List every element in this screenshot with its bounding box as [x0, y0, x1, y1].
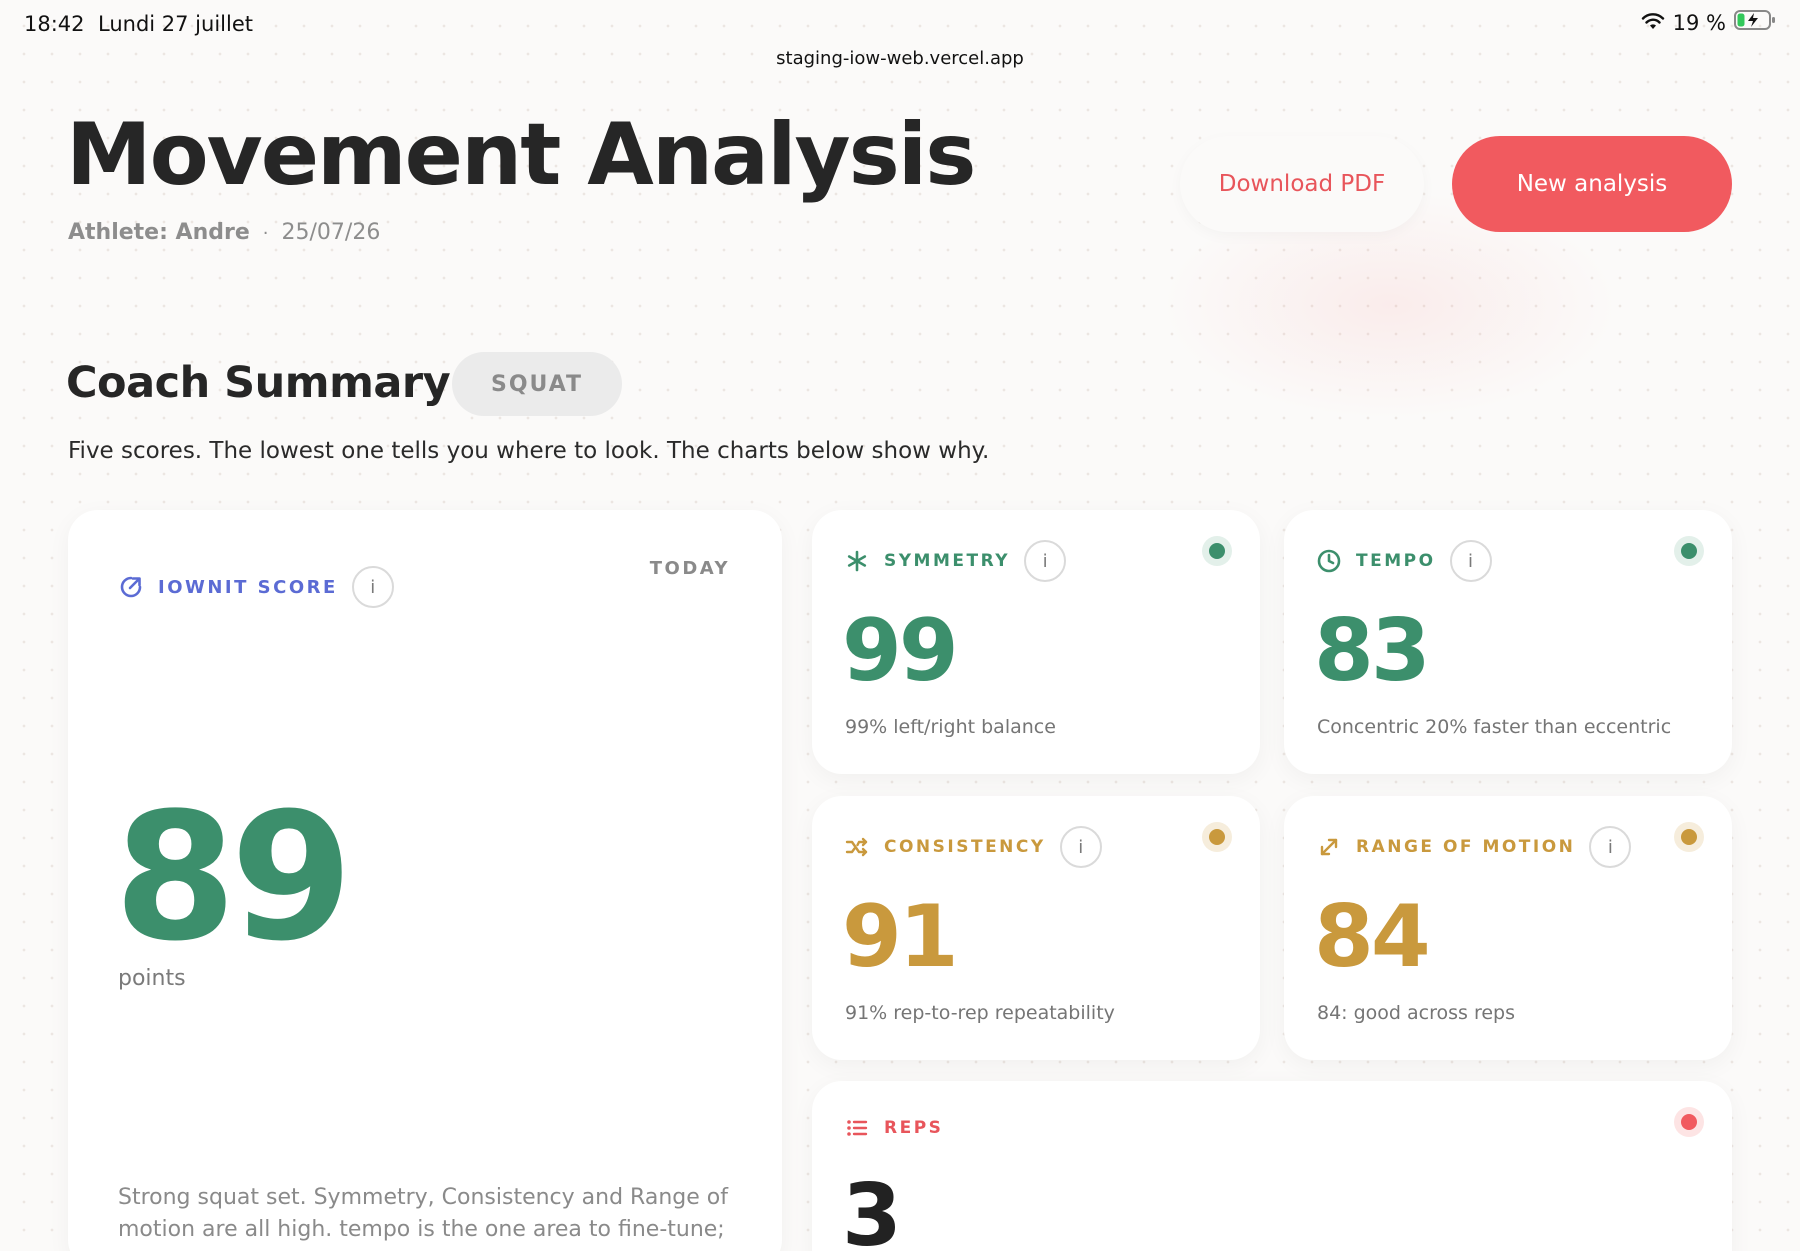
symmetry-label: SYMMETRY — [884, 551, 1011, 571]
reps-status-dot — [1674, 1107, 1704, 1137]
range-of-motion-info-button[interactable]: i — [1589, 826, 1632, 868]
section-description: Five scores. The lowest one tells you wh… — [68, 438, 990, 464]
shuffle-icon — [844, 834, 870, 860]
status-date: Lundi 27 juillet — [98, 12, 253, 36]
download-pdf-button[interactable]: Download PDF — [1180, 136, 1424, 232]
asterisk-icon — [844, 548, 870, 574]
tempo-info-button[interactable]: i — [1449, 540, 1492, 582]
range-of-motion-label: RANGE OF MOTION — [1356, 837, 1576, 857]
score-period-label: TODAY — [649, 558, 730, 579]
tempo-header: TEMPO i — [1316, 540, 1492, 582]
subtitle-separator: · — [262, 223, 269, 244]
reps-header: REPS — [844, 1115, 943, 1141]
tempo-status-dot — [1674, 536, 1704, 566]
iownit-score-summary: Strong squat set. Symmetry, Consistency … — [118, 1185, 728, 1251]
reps-label: REPS — [884, 1118, 944, 1138]
iownit-score-info-button[interactable]: i — [351, 566, 394, 608]
tempo-card: TEMPO i 83 Concentric 20% faster than ec… — [1284, 510, 1732, 774]
battery-charging-icon — [1734, 10, 1776, 35]
clock-icon — [1316, 548, 1342, 574]
list-icon — [844, 1115, 870, 1141]
consistency-label: CONSISTENCY — [884, 837, 1046, 857]
tempo-label: TEMPO — [1356, 551, 1436, 571]
range-of-motion-status-dot — [1674, 822, 1704, 852]
range-of-motion-description: 84: good across reps — [1317, 1002, 1516, 1024]
reps-card: REPS 3 — [812, 1081, 1732, 1251]
iownit-score-label: IOWNIT SCORE — [158, 576, 338, 598]
page-subtitle: Athlete: Andre · 25/07/26 — [68, 220, 380, 245]
symmetry-info-button[interactable]: i — [1024, 540, 1067, 582]
consistency-status-dot — [1202, 822, 1232, 852]
iownit-score-card: IOWNIT SCORE i TODAY 89 points Strong sq… — [68, 510, 782, 1251]
iownit-score-value: 89 — [114, 775, 353, 980]
expand-arrows-icon — [1316, 834, 1342, 860]
symmetry-description: 99% left/right balance — [845, 716, 1056, 738]
tempo-description: Concentric 20% faster than eccentric — [1317, 716, 1672, 738]
status-indicators: 19 % — [1641, 10, 1776, 35]
symmetry-value: 99 — [842, 601, 959, 701]
new-analysis-button[interactable]: New analysis — [1452, 136, 1732, 232]
symmetry-card: SYMMETRY i 99 99% left/right balance — [812, 510, 1260, 774]
page-title: Movement Analysis — [66, 105, 976, 205]
iownit-score-unit: points — [118, 966, 186, 991]
status-bar: 18:42 Lundi 27 juillet 19 % — [0, 0, 1800, 48]
iownit-score-header: IOWNIT SCORE i — [118, 566, 394, 608]
wifi-icon — [1641, 11, 1665, 35]
battery-percent: 19 % — [1672, 10, 1726, 35]
consistency-value: 91 — [842, 887, 959, 987]
reps-value: 3 — [842, 1166, 902, 1251]
status-time: 18:42 — [24, 12, 85, 36]
consistency-card: CONSISTENCY i 91 91% rep-to-rep repeatab… — [812, 796, 1260, 1060]
consistency-header: CONSISTENCY i — [844, 826, 1102, 868]
range-of-motion-value: 84 — [1314, 887, 1431, 987]
url-bar[interactable]: staging-iow-web.vercel.app — [0, 48, 1800, 69]
consistency-description: 91% rep-to-rep repeatability — [845, 1002, 1115, 1024]
range-of-motion-header: RANGE OF MOTION i — [1316, 826, 1632, 868]
range-of-motion-card: RANGE OF MOTION i 84 84: good across rep… — [1284, 796, 1732, 1060]
score-gauge-icon — [118, 574, 144, 600]
analysis-date: 25/07/26 — [281, 220, 381, 245]
tempo-value: 83 — [1314, 601, 1431, 701]
symmetry-header: SYMMETRY i — [844, 540, 1067, 582]
consistency-info-button[interactable]: i — [1059, 826, 1102, 868]
symmetry-status-dot — [1202, 536, 1232, 566]
exercise-badge: SQUAT — [452, 352, 622, 416]
athlete-name: Athlete: Andre — [68, 220, 250, 245]
section-title: Coach Summary — [66, 358, 451, 408]
